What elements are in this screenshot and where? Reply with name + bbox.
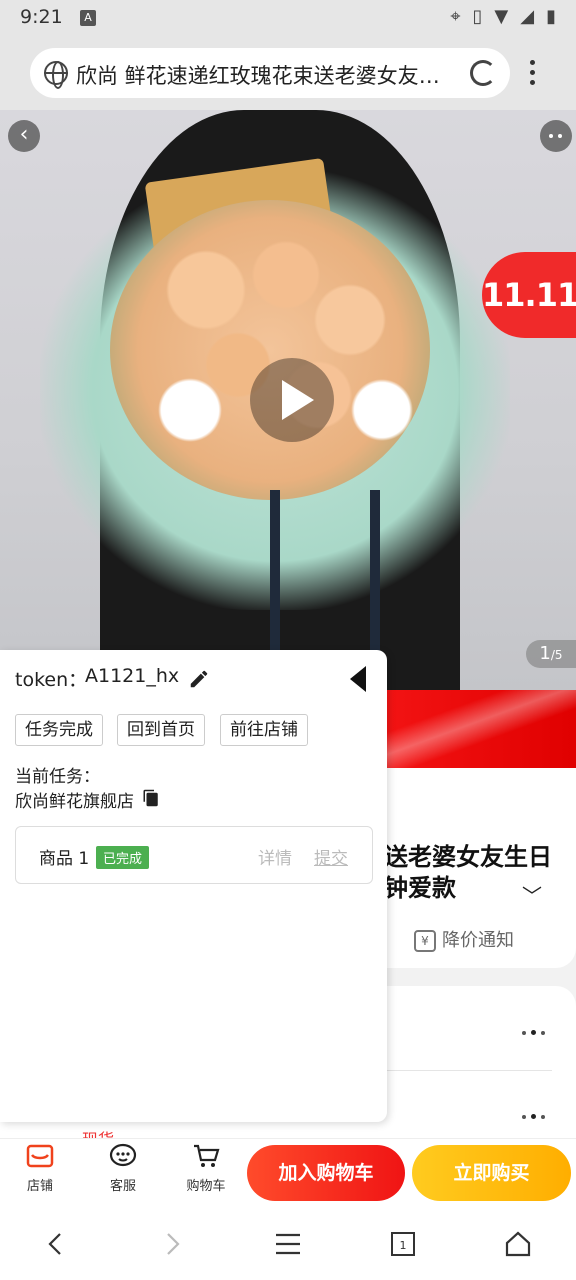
back-home-button[interactable]: 回到首页 [117, 714, 205, 746]
tab-shop-label: 店铺 [26, 1179, 53, 1194]
price-notice-button[interactable]: ¥ 降价通知 [414, 926, 514, 952]
svg-text:1: 1 [400, 1239, 407, 1252]
battery-icon: ▮ [546, 6, 556, 27]
system-nav-bar: 1 [0, 1208, 576, 1280]
detail-link[interactable]: 详情 [258, 844, 292, 869]
more-dots-icon[interactable] [522, 1022, 552, 1035]
wifi-icon: ▼ [494, 6, 509, 27]
nav-tabs-icon[interactable]: 1 [390, 1230, 416, 1258]
go-to-shop-button[interactable]: 前往店铺 [220, 714, 308, 746]
more-dots-icon[interactable] [522, 1106, 552, 1119]
collapse-panel-icon[interactable] [350, 666, 366, 692]
signal-icon: ◢ [520, 6, 535, 27]
nav-back-icon[interactable] [44, 1230, 68, 1258]
address-bar[interactable]: 欣尚 鲜花速递红玫瑰花束送老婆女友生日一小时同城配送 [30, 48, 510, 98]
image-page-indicator: 1/5 [526, 640, 576, 668]
double-eleven-badge[interactable]: 11.11 [482, 252, 576, 338]
vibrate-icon: ▯ [472, 6, 483, 27]
price-tag-icon: ¥ [414, 930, 436, 952]
status-icons: ⌖ ▯ ▼ ◢ ▮ [450, 6, 556, 27]
cart-icon [192, 1143, 220, 1169]
copy-icon[interactable] [142, 789, 160, 807]
submit-link[interactable]: 提交 [314, 844, 348, 869]
tab-cart[interactable]: 购物车 [176, 1143, 236, 1194]
edit-icon[interactable] [188, 668, 210, 690]
goods-name: 商品 1 [39, 849, 90, 869]
app-notification-icon: A [80, 10, 96, 26]
buy-now-button[interactable]: 立即购买 [412, 1145, 571, 1201]
nav-menu-icon[interactable] [274, 1230, 302, 1258]
status-time: 9:21 [20, 6, 63, 28]
status-bar: 9:21 A ⌖ ▯ ▼ ◢ ▮ [0, 0, 576, 36]
price-notice-label: 降价通知 [442, 930, 514, 951]
token-label: token： [15, 669, 88, 691]
browser-toolbar: 欣尚 鲜花速递红玫瑰花束送老婆女友生日一小时同城配送 [0, 36, 576, 110]
customer-service-icon [109, 1143, 137, 1169]
bottom-action-bar: 店铺 客服 购物车 加入购物车 立即购买 [0, 1138, 576, 1208]
tab-customer-service[interactable]: 客服 [93, 1143, 153, 1194]
tab-shop[interactable]: 店铺 [10, 1143, 70, 1194]
nav-home-icon[interactable] [504, 1230, 532, 1258]
add-to-cart-button[interactable]: 加入购物车 [247, 1145, 405, 1201]
task-complete-button[interactable]: 任务完成 [15, 714, 103, 746]
image-bouquet [110, 200, 430, 500]
tab-customer-service-label: 客服 [109, 1179, 136, 1194]
divider [386, 1070, 552, 1071]
play-video-icon[interactable] [250, 358, 334, 442]
nav-forward-icon[interactable] [160, 1230, 184, 1258]
reload-icon[interactable] [470, 60, 496, 86]
current-task-value: 欣尚鲜花旗舰店 [15, 792, 134, 812]
status-badge: 已完成 [96, 846, 150, 869]
page-total: /5 [550, 648, 563, 662]
product-title-line1: 送老婆女友生日 [384, 843, 552, 871]
page-title[interactable]: 欣尚 鲜花速递红玫瑰花束送老婆女友生日一小时同城配送 [76, 60, 456, 90]
tab-cart-label: 购物车 [186, 1179, 226, 1194]
back-icon[interactable]: ‹ [8, 120, 40, 152]
shop-icon [26, 1143, 54, 1169]
menu-dots-icon[interactable] [530, 60, 536, 90]
token-value: A1121_hx [85, 665, 180, 687]
current-task-label: 当前任务： [15, 767, 100, 787]
chevron-down-icon[interactable]: ﹀ [522, 880, 542, 909]
page-current: 1 [539, 643, 551, 664]
task-panel: token： A1121_hx 任务完成 回到首页 前往店铺 当前任务： 欣尚鲜… [0, 650, 387, 1122]
location-icon: ⌖ [450, 6, 461, 27]
more-icon[interactable] [540, 120, 572, 152]
globe-icon [44, 61, 68, 89]
goods-card: 商品 1 已完成 详情 提交 [15, 826, 373, 884]
